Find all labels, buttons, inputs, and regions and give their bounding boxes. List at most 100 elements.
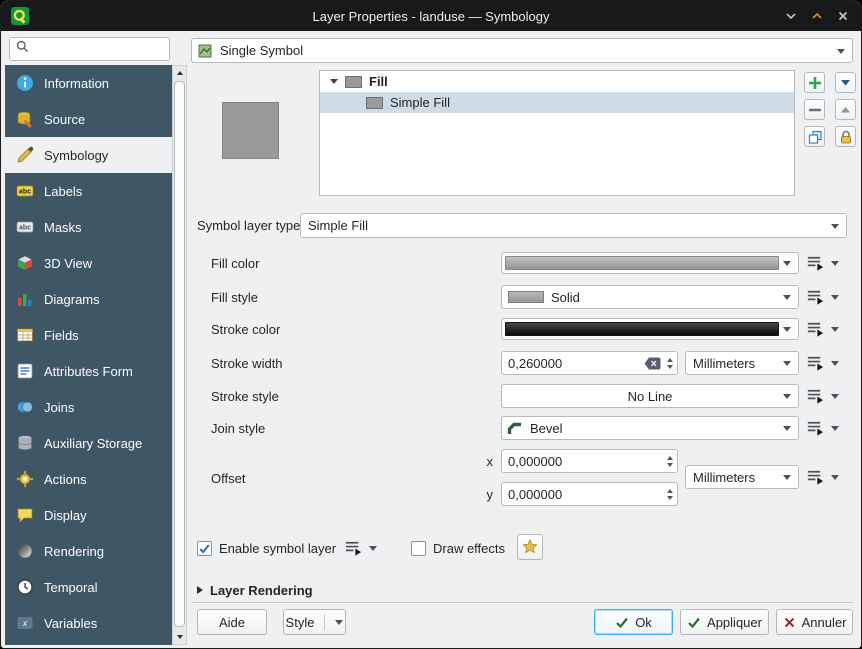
sidebar-item-actions[interactable]: Actions xyxy=(5,461,172,497)
join-style-override-button[interactable] xyxy=(805,416,839,440)
offset-unit-value: Millimeters xyxy=(693,470,755,485)
actions-icon xyxy=(15,470,35,488)
fields-icon xyxy=(15,326,35,344)
stroke-color-override-button[interactable] xyxy=(805,317,839,341)
spin-buttons[interactable] xyxy=(662,450,677,472)
offset-y-spinbox[interactable] xyxy=(501,482,678,506)
enable-symbol-layer-checkbox[interactable] xyxy=(197,541,212,556)
stroke-width-input[interactable] xyxy=(502,356,644,371)
sidebar-item-diagrams[interactable]: Diagrams xyxy=(5,281,172,317)
button-divider xyxy=(324,614,325,630)
stroke-width-spinbox[interactable] xyxy=(501,351,678,375)
sidebar-item-label: Joins xyxy=(44,400,74,415)
simple-fill-swatch xyxy=(366,97,383,109)
tree-item-simple-fill[interactable]: Simple Fill xyxy=(320,92,794,113)
sidebar-item-temporal[interactable]: Temporal xyxy=(5,569,172,605)
fill-color-override-button[interactable] xyxy=(805,251,839,275)
sidebar-item-masks[interactable]: abc Masks xyxy=(5,209,172,245)
sidebar-item-attributes-form[interactable]: Attributes Form xyxy=(5,353,172,389)
chevron-down-icon xyxy=(837,49,845,54)
sidebar-item-rendering[interactable]: Rendering xyxy=(5,533,172,569)
diagrams-icon xyxy=(15,290,35,308)
sidebar-item-joins[interactable]: Joins xyxy=(5,389,172,425)
remove-symbol-layer-button[interactable] xyxy=(804,99,825,120)
auxiliary-storage-icon xyxy=(15,434,35,452)
shade-window-icon[interactable] xyxy=(783,8,799,24)
sidebar-search-input[interactable] xyxy=(9,37,170,61)
sidebar-item-auxiliary-storage[interactable]: Auxiliary Storage xyxy=(5,425,172,461)
offset-x-spinbox[interactable] xyxy=(501,449,678,473)
symbol-layer-type-label: Symbol layer type xyxy=(197,213,300,238)
stroke-width-label: Stroke width xyxy=(211,351,283,375)
sidebar-item-information[interactable]: Information xyxy=(5,65,172,101)
layer-rendering-label: Layer Rendering xyxy=(210,583,313,598)
fill-color-button[interactable] xyxy=(501,252,799,274)
offset-y-input[interactable] xyxy=(502,487,662,502)
stroke-width-unit-combo[interactable]: Millimeters xyxy=(685,351,799,375)
ok-button[interactable]: Ok xyxy=(594,609,673,635)
ok-button-label: Ok xyxy=(635,615,652,630)
offset-x-input[interactable] xyxy=(502,454,662,469)
help-button[interactable]: Aide xyxy=(197,609,267,635)
cancel-button[interactable]: Annuler xyxy=(776,609,853,635)
lock-colors-button[interactable] xyxy=(835,126,856,147)
symbol-layer-type-combo[interactable]: Simple Fill xyxy=(300,213,847,238)
sidebar-item-label: 3D View xyxy=(44,256,92,271)
stroke-color-button[interactable] xyxy=(501,318,799,340)
tree-item-fill[interactable]: Fill xyxy=(320,71,794,92)
data-defined-override-icon xyxy=(805,254,824,272)
data-defined-override-icon xyxy=(805,387,824,405)
fill-style-override-button[interactable] xyxy=(805,285,839,309)
apply-button[interactable]: Appliquer xyxy=(680,609,769,635)
offset-unit-combo[interactable]: Millimeters xyxy=(685,465,799,489)
stroke-style-override-button[interactable] xyxy=(805,384,839,408)
scroll-down-icon[interactable] xyxy=(173,630,186,644)
sidebar-item-source[interactable]: Source xyxy=(5,101,172,137)
expander-icon[interactable] xyxy=(330,79,338,84)
star-icon xyxy=(521,538,539,556)
fill-symbol-swatch xyxy=(345,76,362,88)
chevron-down-icon xyxy=(831,394,839,399)
data-defined-override-icon xyxy=(805,288,824,306)
scroll-up-icon[interactable] xyxy=(173,66,186,80)
search-icon xyxy=(16,40,29,58)
footer-separator xyxy=(191,602,853,603)
clear-value-icon[interactable] xyxy=(644,357,661,370)
offset-override-button[interactable] xyxy=(805,465,839,489)
chevron-down-icon xyxy=(335,620,343,625)
renderer-type-combo[interactable]: Single Symbol xyxy=(191,38,853,63)
scrollbar-thumb[interactable] xyxy=(174,81,185,627)
stroke-style-combo[interactable]: No Line xyxy=(501,384,799,408)
sidebar-item-3d-view[interactable]: 3D View xyxy=(5,245,172,281)
source-icon xyxy=(15,110,35,128)
draw-effects-checkbox[interactable] xyxy=(411,541,426,556)
chevron-down-icon xyxy=(831,327,839,332)
sidebar-item-display[interactable]: Display xyxy=(5,497,172,533)
sidebar-item-fields[interactable]: Fields xyxy=(5,317,172,353)
move-up-button[interactable] xyxy=(835,99,856,120)
x-icon xyxy=(783,616,796,629)
fill-style-combo[interactable]: Solid xyxy=(501,285,799,309)
style-menu-button[interactable]: Style xyxy=(283,609,346,635)
sidebar-item-symbology[interactable]: Symbology xyxy=(5,137,172,173)
add-symbol-layer-button[interactable] xyxy=(804,72,825,93)
close-window-icon[interactable] xyxy=(835,8,851,24)
offset-x-label: x xyxy=(479,449,493,473)
spin-buttons[interactable] xyxy=(662,352,677,374)
rendering-icon xyxy=(15,542,35,560)
sidebar-item-variables[interactable]: x Variables xyxy=(5,605,172,641)
stroke-width-override-button[interactable] xyxy=(805,351,839,375)
spin-buttons[interactable] xyxy=(662,483,677,505)
duplicate-symbol-layer-button[interactable] xyxy=(804,126,825,147)
titlebar[interactable]: Layer Properties - landuse — Symbology xyxy=(1,1,861,31)
customize-effects-button[interactable] xyxy=(517,534,543,560)
sidebar-scrollbar[interactable] xyxy=(172,65,187,645)
layer-rendering-section[interactable]: Layer Rendering xyxy=(197,581,313,599)
layer-properties-dialog: Layer Properties - landuse — Symbology I… xyxy=(0,0,862,649)
move-down-button[interactable] xyxy=(835,72,856,93)
join-style-combo[interactable]: Bevel xyxy=(501,416,799,440)
sidebar: Information Source Symbology abc Labels … xyxy=(5,65,172,645)
maximize-window-icon[interactable] xyxy=(809,8,825,24)
enable-symbol-layer-override-button[interactable] xyxy=(343,536,377,560)
sidebar-item-labels[interactable]: abc Labels xyxy=(5,173,172,209)
